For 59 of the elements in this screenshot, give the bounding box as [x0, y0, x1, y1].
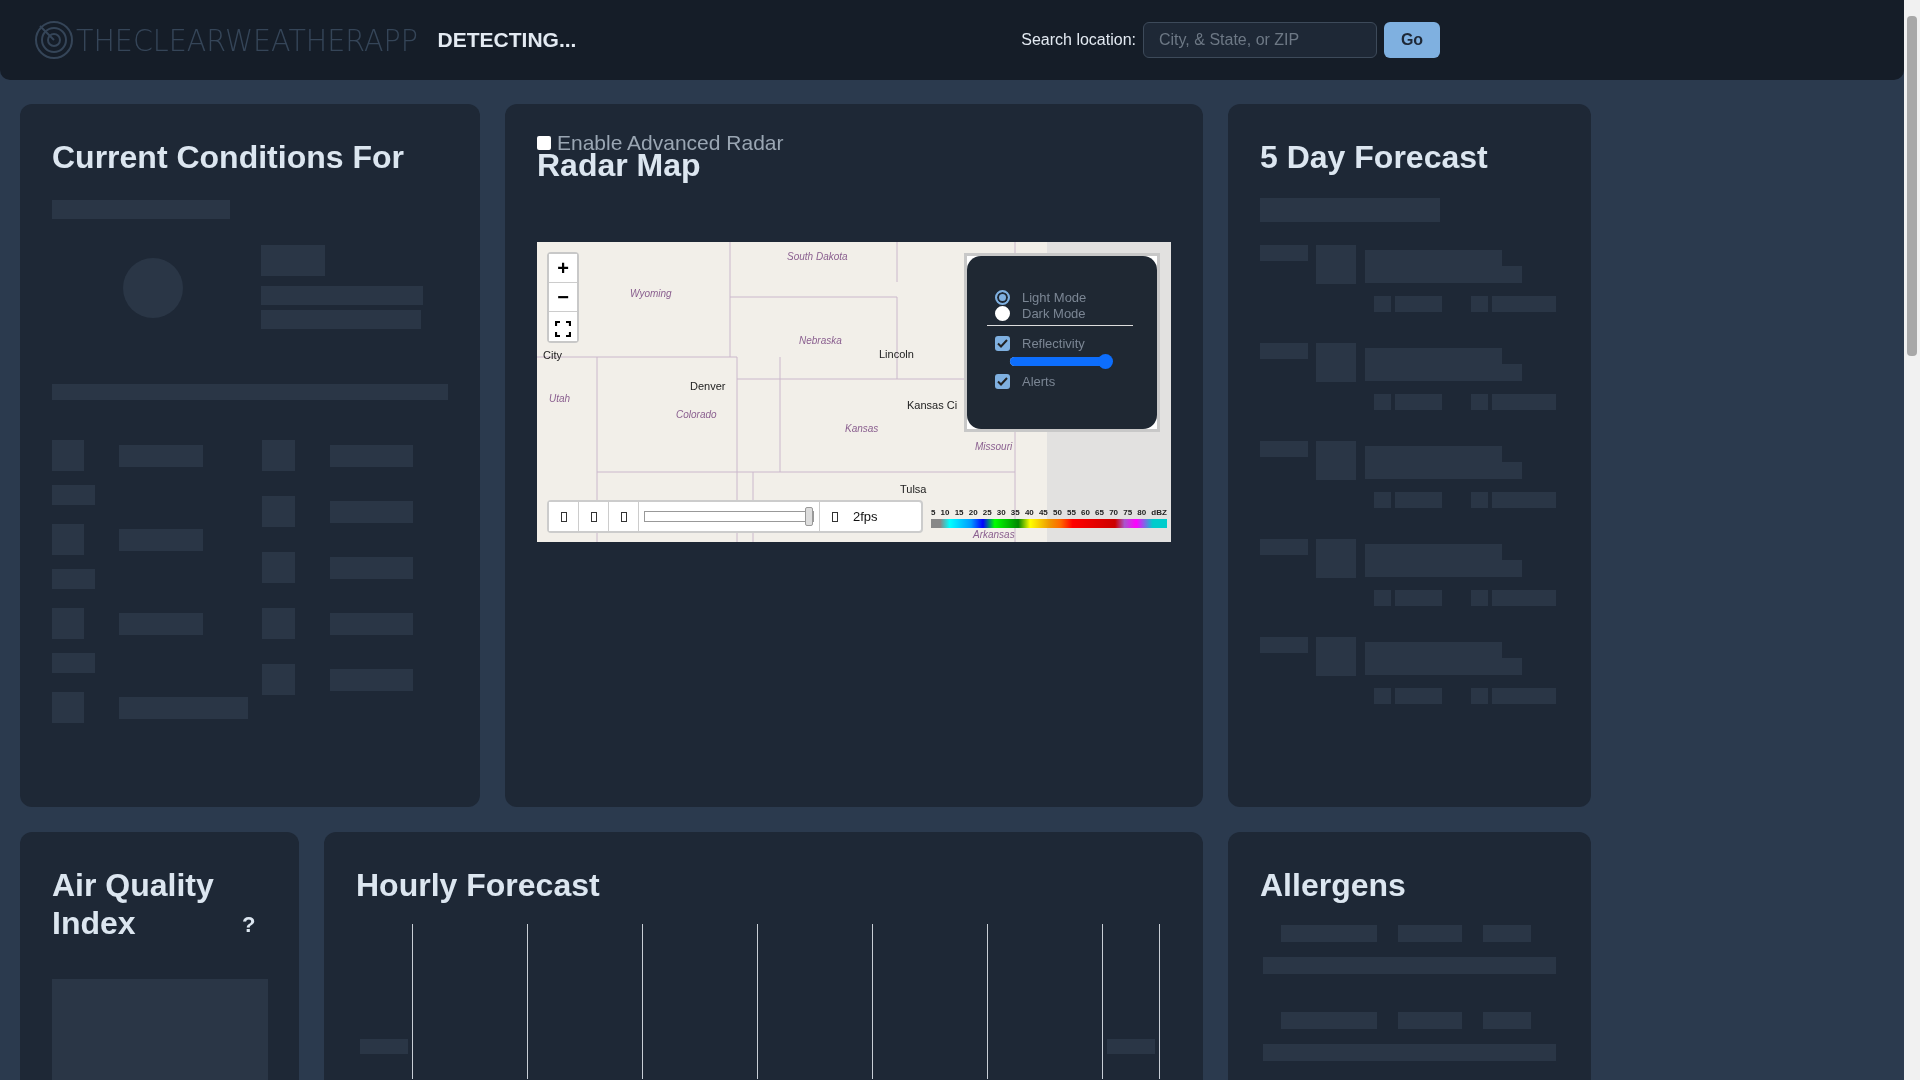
region-label: Wyoming [630, 289, 672, 300]
legend-label: 50 [1052, 507, 1062, 520]
legend-label: 70 [1109, 507, 1119, 520]
glyph-icon [590, 511, 597, 522]
legend-label: dBZ [1151, 507, 1167, 520]
legend-label: 75 [1123, 507, 1133, 520]
glyph-icon [831, 511, 838, 522]
location-status: DETECTING... [437, 27, 577, 54]
search-field[interactable]: City, & State, or ZIP [1143, 22, 1377, 58]
radio-label: Light Mode [1022, 291, 1087, 305]
checkbox[interactable] [995, 336, 1010, 352]
help-icon[interactable]: ? [242, 907, 256, 941]
legend-label: 30 [996, 507, 1006, 520]
checkbox-label: Alerts [1022, 375, 1056, 389]
city-label: Lincoln [879, 349, 914, 361]
card-title: Hourly Forecast [356, 866, 601, 905]
legend-label: 20 [968, 507, 978, 520]
player-button[interactable] [549, 502, 579, 532]
checkbox[interactable] [537, 135, 551, 150]
legend-label: 55 [1067, 507, 1076, 520]
city-label: Kansas Ci [907, 400, 958, 412]
fullscreen-icon [555, 320, 571, 337]
region-label: Nebraska [799, 336, 842, 347]
city-label: Denver [690, 381, 726, 393]
legend-label: 40 [1024, 507, 1034, 520]
glyph-icon [620, 511, 627, 522]
legend-label: 10 [940, 507, 950, 520]
card-title: Allergens [1260, 866, 1407, 905]
scrollbar[interactable] [1904, 0, 1920, 1080]
legend-label: 80 [1137, 507, 1147, 520]
radio-button[interactable] [995, 290, 1010, 306]
card-title: 5 Day Forecast [1260, 138, 1489, 177]
legend-label: 15 [954, 507, 964, 520]
region-label: Utah [549, 394, 571, 405]
city-label: City [543, 350, 562, 362]
legend-label: 45 [1038, 507, 1048, 520]
region-label: Kansas [845, 424, 879, 435]
legend-label: 25 [982, 507, 992, 520]
checkbox-label: Reflectivity [1022, 337, 1085, 351]
card-title: Current Conditions For [52, 138, 405, 177]
legend-label: 65 [1095, 507, 1104, 520]
speed-label: 2fps [853, 508, 878, 527]
city-label: Tulsa [900, 484, 927, 496]
legend-label: 35 [1010, 507, 1020, 520]
card-title: Air Quality Index [52, 866, 215, 943]
legend-label: 60 [1081, 507, 1090, 520]
search-label: Search location: [1021, 30, 1136, 50]
radio-label: Dark Mode [1022, 307, 1086, 321]
region-label: South Dakota [787, 252, 848, 263]
zoom-in-button[interactable]: + [549, 254, 577, 284]
opacity-slider[interactable] [1010, 357, 1111, 367]
glyph-icon [560, 511, 567, 522]
region-label: Missouri [975, 442, 1013, 453]
radar-logo-icon [34, 20, 74, 60]
region-label: Arkansas [973, 530, 1015, 541]
checkbox[interactable] [995, 374, 1010, 390]
region-label: Colorado [676, 410, 717, 421]
legend-label: 5 [931, 507, 936, 520]
go-button[interactable]: Go [1384, 22, 1440, 58]
